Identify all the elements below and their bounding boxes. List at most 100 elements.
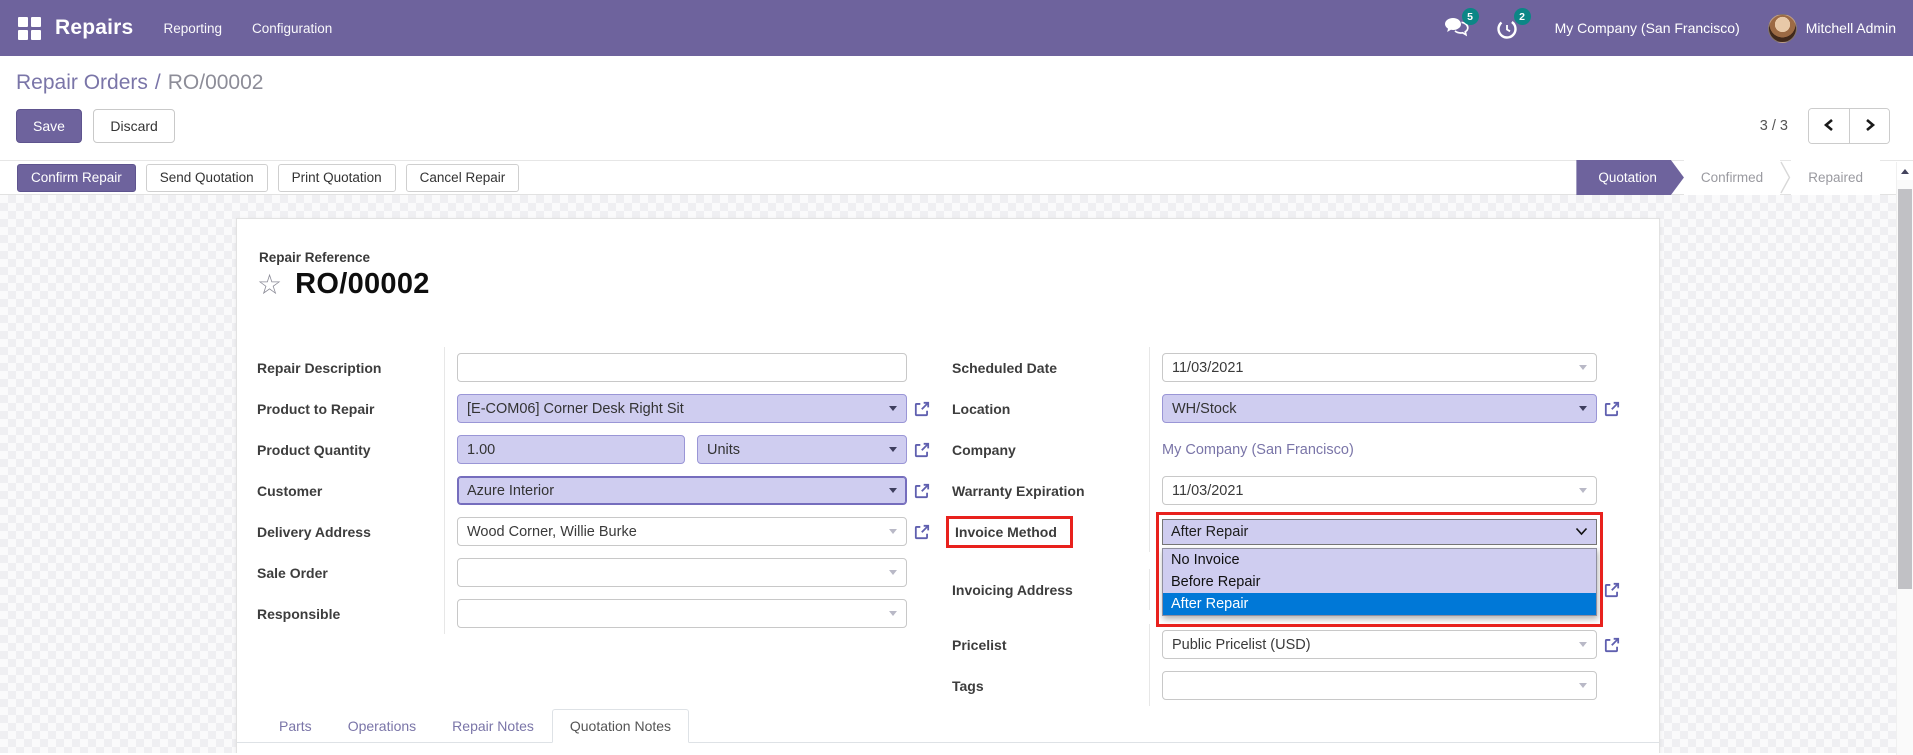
dropdown-caret-icon[interactable]: [889, 488, 897, 493]
annotation-red-box-label: Invoice Method: [946, 515, 1073, 548]
dropdown-caret-icon[interactable]: [889, 529, 897, 534]
send-quotation-button[interactable]: Send Quotation: [145, 163, 268, 192]
control-panel: Repair Orders / RO/00002 Save Discard 3 / …: [0, 56, 1913, 160]
menu-configuration[interactable]: Configuration: [252, 21, 332, 36]
external-link-icon[interactable]: [1597, 636, 1621, 654]
dropdown-caret-icon[interactable]: [1579, 488, 1587, 493]
menu-reporting[interactable]: Reporting: [163, 21, 222, 36]
save-button[interactable]: Save: [16, 109, 82, 143]
pager: 3 / 3: [1760, 108, 1890, 144]
breadcrumb: Repair Orders / RO/00002: [16, 71, 1890, 95]
discard-button[interactable]: Discard: [93, 109, 175, 143]
invoice-method-dropdown: No Invoice Before Repair After Repair: [1162, 547, 1597, 616]
dropdown-caret-icon[interactable]: [1579, 642, 1587, 647]
favorite-star-icon[interactable]: ☆: [257, 270, 282, 299]
cancel-repair-button[interactable]: Cancel Repair: [405, 163, 520, 192]
external-link-icon[interactable]: [1597, 400, 1621, 418]
messages-button[interactable]: 5: [1443, 8, 1479, 43]
activities-button[interactable]: 2: [1495, 8, 1531, 40]
pager-prev-button[interactable]: [1809, 109, 1849, 143]
status-step-quotation[interactable]: Quotation: [1576, 160, 1684, 195]
location-input[interactable]: WH/Stock: [1162, 394, 1597, 423]
repair-description-input[interactable]: [457, 353, 907, 382]
external-link-icon[interactable]: [907, 400, 931, 418]
external-link-icon[interactable]: [907, 523, 931, 541]
option-after-repair[interactable]: After Repair: [1163, 592, 1596, 615]
tags-input[interactable]: [1162, 671, 1597, 700]
option-no-invoice[interactable]: No Invoice: [1163, 549, 1596, 571]
warranty-expiration-input[interactable]: 11/03/2021: [1162, 476, 1597, 505]
sale-order-input[interactable]: [457, 558, 907, 587]
company-value-link[interactable]: My Company (San Francisco): [1162, 442, 1354, 458]
activities-badge: 2: [1513, 8, 1531, 25]
product-quantity-value: 1.00: [467, 441, 496, 458]
product-quantity-input[interactable]: 1.00: [457, 435, 685, 464]
tab-parts[interactable]: Parts: [261, 709, 330, 743]
product-to-repair-value: [E-COM06] Corner Desk Right Sit: [467, 400, 684, 417]
field-row-product-quantity: Product Quantity 1.00 Units: [257, 429, 931, 470]
customer-value: Azure Interior: [467, 482, 555, 499]
breadcrumb-separator: /: [154, 71, 161, 94]
chat-icon: [1443, 18, 1470, 43]
external-link-icon[interactable]: [907, 482, 931, 500]
field-row-product-to-repair: Product to Repair [E-COM06] Corner Desk …: [257, 388, 931, 429]
print-quotation-button[interactable]: Print Quotation: [277, 163, 396, 192]
repair-description-label: Repair Description: [257, 359, 382, 376]
warranty-expiration-label: Warranty Expiration: [952, 482, 1085, 499]
vertical-scrollbar[interactable]: [1896, 162, 1913, 755]
dropdown-caret-icon[interactable]: [889, 570, 897, 575]
invoice-method-select[interactable]: After Repair: [1162, 518, 1597, 545]
scrollbar-thumb[interactable]: [1898, 189, 1912, 589]
confirm-repair-button[interactable]: Confirm Repair: [17, 163, 136, 192]
invoice-method-value: After Repair: [1171, 523, 1249, 540]
customer-input[interactable]: Azure Interior: [457, 476, 907, 505]
status-steps: Quotation Confirmed Repaired: [1576, 160, 1880, 195]
scrollbar-up-arrow[interactable]: [1897, 162, 1913, 180]
breadcrumb-parent[interactable]: Repair Orders: [16, 71, 148, 94]
dropdown-caret-icon[interactable]: [1579, 406, 1587, 411]
pricelist-input[interactable]: Public Pricelist (USD): [1162, 630, 1597, 659]
field-row-company: Company My Company (San Francisco): [952, 429, 1621, 470]
status-step-confirmed[interactable]: Confirmed: [1683, 160, 1781, 195]
field-row-invoice-method: Invoice Method After Repair No Invoice B…: [946, 511, 1621, 627]
delivery-address-input[interactable]: Wood Corner, Willie Burke: [457, 517, 907, 546]
tags-label: Tags: [952, 677, 984, 694]
pricelist-value: Public Pricelist (USD): [1172, 636, 1311, 653]
user-name: Mitchell Admin: [1805, 20, 1896, 36]
dropdown-caret-icon[interactable]: [889, 447, 897, 452]
field-row-tags: Tags: [952, 665, 1621, 706]
scheduled-date-input[interactable]: 11/03/2021: [1162, 353, 1597, 382]
responsible-input[interactable]: [457, 599, 907, 628]
breadcrumb-current: RO/00002: [167, 71, 264, 94]
tab-repair-notes[interactable]: Repair Notes: [434, 709, 552, 743]
tab-quotation-notes[interactable]: Quotation Notes: [551, 709, 690, 743]
product-to-repair-input[interactable]: [E-COM06] Corner Desk Right Sit: [457, 394, 907, 423]
apps-grid-icon[interactable]: [17, 16, 41, 40]
sale-order-label: Sale Order: [257, 564, 328, 581]
dropdown-caret-icon[interactable]: [889, 406, 897, 411]
uom-select[interactable]: Units: [697, 435, 907, 464]
status-step-repaired[interactable]: Repaired: [1791, 160, 1880, 195]
step-chevron-icon: [1780, 160, 1791, 195]
user-menu[interactable]: Mitchell Admin: [1767, 13, 1896, 43]
dropdown-caret-icon[interactable]: [1579, 365, 1587, 370]
external-link-icon[interactable]: [1597, 581, 1621, 599]
form-sheet: Repair Reference ☆ RO/00002 Repair Descr…: [236, 218, 1660, 753]
chevron-right-icon: [1864, 118, 1876, 135]
company-switcher[interactable]: My Company (San Francisco): [1555, 20, 1740, 36]
delivery-address-value: Wood Corner, Willie Burke: [467, 523, 637, 540]
option-before-repair[interactable]: Before Repair: [1163, 571, 1596, 593]
pager-next-button[interactable]: [1849, 109, 1889, 143]
tab-operations[interactable]: Operations: [330, 709, 434, 743]
external-link-icon[interactable]: [907, 441, 931, 459]
dropdown-caret-icon[interactable]: [889, 611, 897, 616]
pricelist-label: Pricelist: [952, 636, 1007, 653]
dropdown-caret-icon[interactable]: [1579, 683, 1587, 688]
scheduled-date-value: 11/03/2021: [1172, 359, 1244, 376]
chevron-left-icon: [1823, 118, 1835, 135]
content-area: Repair Reference ☆ RO/00002 Repair Descr…: [0, 195, 1896, 753]
pager-counter: 3 / 3: [1759, 118, 1788, 134]
app-name[interactable]: Repairs: [55, 16, 133, 40]
scheduled-date-label: Scheduled Date: [952, 359, 1058, 376]
top-navbar: Repairs Reporting Configuration 5 2 My C…: [0, 0, 1913, 56]
